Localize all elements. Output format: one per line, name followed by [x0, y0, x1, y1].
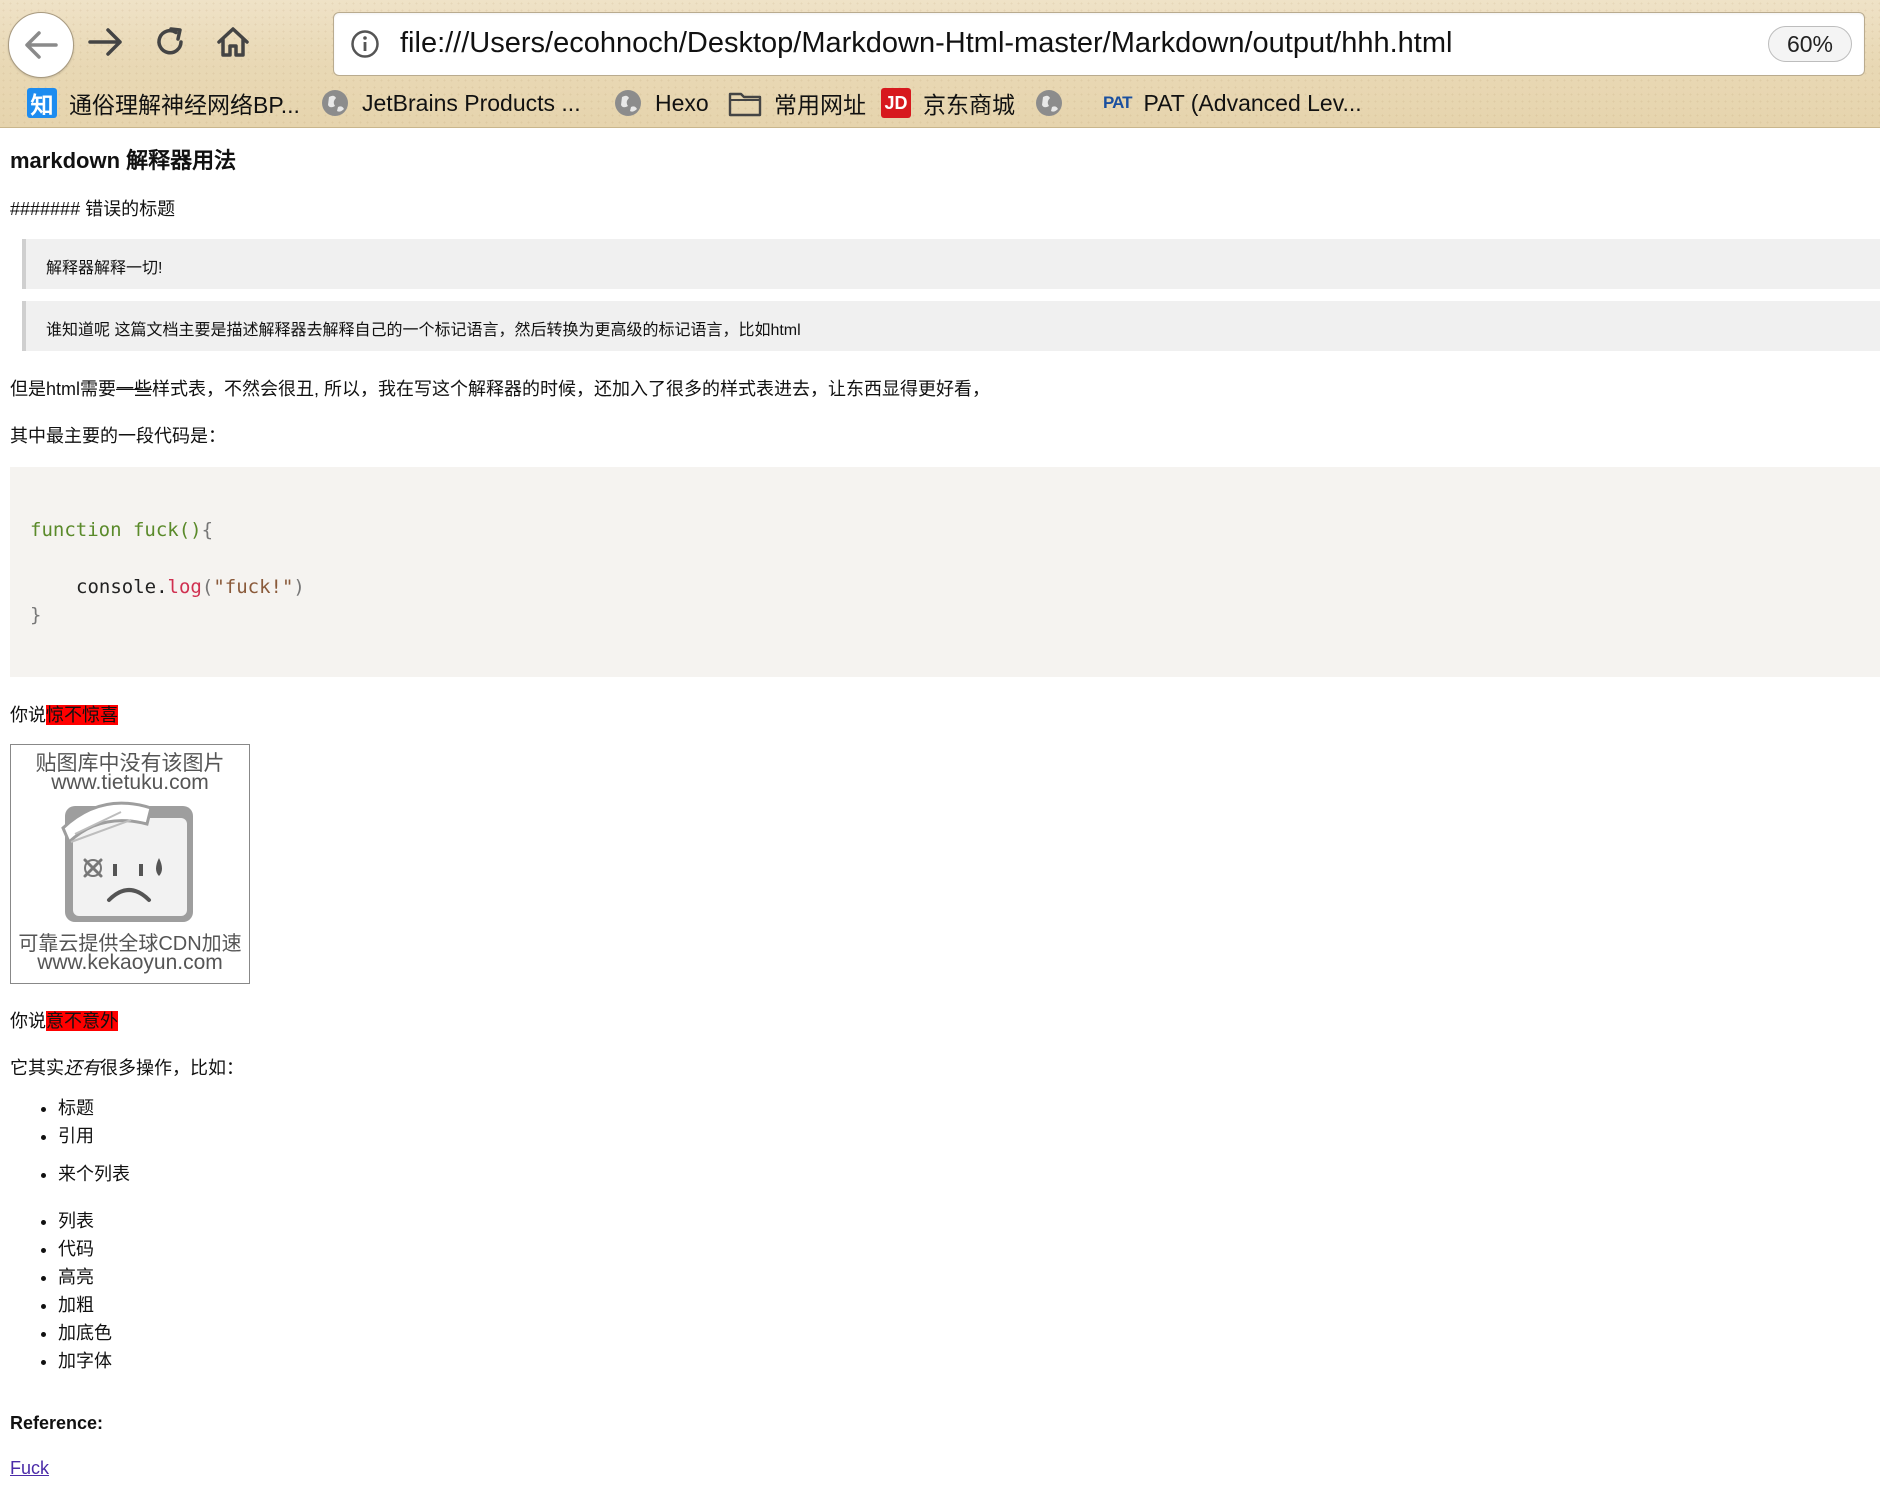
highlighted-text: 惊不惊喜: [46, 705, 118, 725]
globe-icon: [320, 88, 350, 118]
blockquote: 解释器解释一切!: [22, 239, 1880, 289]
code-line: function fuck(){: [30, 519, 213, 541]
bookmark-item[interactable]: [1034, 83, 1076, 123]
home-icon: [217, 27, 249, 57]
strikethrough-text: 一些: [116, 379, 153, 399]
paragraph-text: 样式表，不然会很丑, 所以，我在写这个解释器的时候，还加入了很多的样式表进去，让…: [152, 379, 991, 399]
code-line: }: [30, 604, 41, 626]
paragraph-text: 你说: [10, 705, 46, 725]
code-punctuation: (): [178, 519, 202, 541]
sad-face-icon: [61, 801, 193, 922]
bookmark-item[interactable]: 知 通俗理解神经网络BP...: [27, 83, 300, 123]
globe-icon: [1034, 88, 1064, 118]
back-button[interactable]: [8, 12, 74, 78]
bookmarks-bar: 知 通俗理解神经网络BP... JetBrains Products ... H…: [0, 83, 1880, 123]
page-content: markdown 解释器用法 ####### 错误的标题 解释器解释一切! 谁知…: [0, 127, 1880, 1502]
code-object: console: [76, 576, 157, 598]
reference-link[interactable]: Fuck: [10, 1458, 49, 1479]
list-item: 加粗: [58, 1291, 112, 1319]
bookmark-label: 常用网址: [774, 92, 866, 118]
paragraph-text: 你说: [10, 1011, 46, 1031]
code-punctuation: (: [201, 576, 214, 598]
bookmark-label: Hexo: [655, 89, 709, 116]
bookmark-label: 通俗理解神经网络BP...: [69, 92, 300, 118]
list-item: 引用: [58, 1122, 94, 1150]
blockquote-text: 解释器解释一切!: [46, 260, 163, 277]
info-icon[interactable]: [350, 29, 380, 64]
list-item: 高亮: [58, 1263, 112, 1291]
bullet-list: 标题 引用: [10, 1094, 94, 1150]
paragraph-text: 但是html需要: [10, 379, 117, 399]
address-bar[interactable]: file:///Users/ecohnoch/Desktop/Markdown-…: [333, 12, 1865, 76]
reload-icon: [157, 27, 183, 55]
paragraph-text: 它其实: [10, 1058, 64, 1078]
paragraph: 你说惊不惊喜: [10, 701, 118, 727]
code-line: console.log("fuck!"): [76, 576, 305, 598]
blockquote: 谁知道呢 这篇文档主要是描述解释器去解释自己的一个标记语言，然后转换为更高级的标…: [22, 301, 1880, 351]
code-punctuation: ): [293, 576, 305, 598]
reload-button[interactable]: [140, 12, 200, 72]
url-text[interactable]: file:///Users/ecohnoch/Desktop/Markdown-…: [400, 27, 1452, 60]
image-text: www.tietuku.com: [51, 771, 209, 794]
paragraph: 但是html需要一些样式表，不然会很丑, 所以，我在写这个解释器的时候，还加入了…: [10, 375, 990, 401]
list-item: 列表: [58, 1207, 112, 1235]
bookmark-label: 京东商城: [923, 92, 1015, 118]
wrong-heading-text: ####### 错误的标题: [10, 199, 176, 219]
list-item: 代码: [58, 1235, 112, 1263]
folder-icon: [728, 89, 762, 117]
italic-text: 还有: [64, 1058, 100, 1078]
code-function-name: fuck: [132, 519, 179, 541]
bullet-list: 列表 代码 高亮 加粗 加底色 加字体: [10, 1207, 112, 1375]
code-punctuation: {: [201, 519, 214, 541]
list-item: 加底色: [58, 1319, 112, 1347]
paragraph-text: 很多操作，比如：: [100, 1058, 244, 1078]
code-punctuation: .: [156, 576, 168, 598]
bookmark-label: JetBrains Products ...: [362, 89, 581, 116]
broken-image-placeholder: 贴图库中没有该图片 www.tietuku.com 可靠云提供全球CDN加速 w…: [10, 744, 250, 984]
image-text: www.kekaoyun.com: [37, 951, 223, 974]
highlighted-text: 意不意外: [46, 1011, 118, 1031]
bullet-list: 来个列表: [10, 1160, 130, 1188]
home-button[interactable]: [203, 12, 263, 72]
paragraph: 它其实还有很多操作，比如：: [10, 1054, 244, 1080]
list-item: 来个列表: [58, 1160, 130, 1188]
bookmark-item[interactable]: Hexo: [613, 83, 709, 123]
pat-icon: PAT: [1103, 93, 1133, 112]
code-punctuation: }: [30, 604, 42, 626]
forward-button[interactable]: [76, 12, 136, 72]
reference-heading: Reference:: [10, 1413, 104, 1433]
zoom-level-badge[interactable]: 60%: [1767, 26, 1852, 62]
blockquote-text: 谁知道呢 这篇文档主要是描述解释器去解释自己的一个标记语言，然后转换为更高级的标…: [46, 322, 801, 339]
code-method: log: [167, 576, 202, 598]
arrow-right-icon: [88, 28, 122, 56]
bookmark-item[interactable]: JD 京东商城: [881, 83, 1015, 123]
code-block: function fuck(){ console.log("fuck!") }: [10, 467, 1880, 677]
bookmark-item[interactable]: JetBrains Products ...: [320, 83, 581, 123]
paragraph: 其中最主要的一段代码是：: [10, 426, 226, 446]
code-string: "fuck!": [213, 576, 294, 598]
page-title: markdown 解释器用法: [10, 148, 237, 173]
paragraph: 你说意不意外: [10, 1007, 118, 1033]
globe-icon: [613, 88, 643, 118]
bookmark-folder[interactable]: 常用网址: [728, 83, 866, 123]
bookmark-label: PAT (Advanced Lev...: [1143, 89, 1362, 116]
browser-toolbar: file:///Users/ecohnoch/Desktop/Markdown-…: [0, 0, 1880, 128]
list-item: 标题: [58, 1094, 94, 1122]
list-item: 加字体: [58, 1347, 112, 1375]
jd-icon: JD: [881, 88, 911, 118]
zhihu-icon: 知: [27, 88, 57, 118]
code-keyword: function: [30, 519, 122, 541]
arrow-left-icon: [25, 31, 58, 59]
bookmark-item[interactable]: PAT PAT (Advanced Lev...: [1103, 83, 1362, 123]
